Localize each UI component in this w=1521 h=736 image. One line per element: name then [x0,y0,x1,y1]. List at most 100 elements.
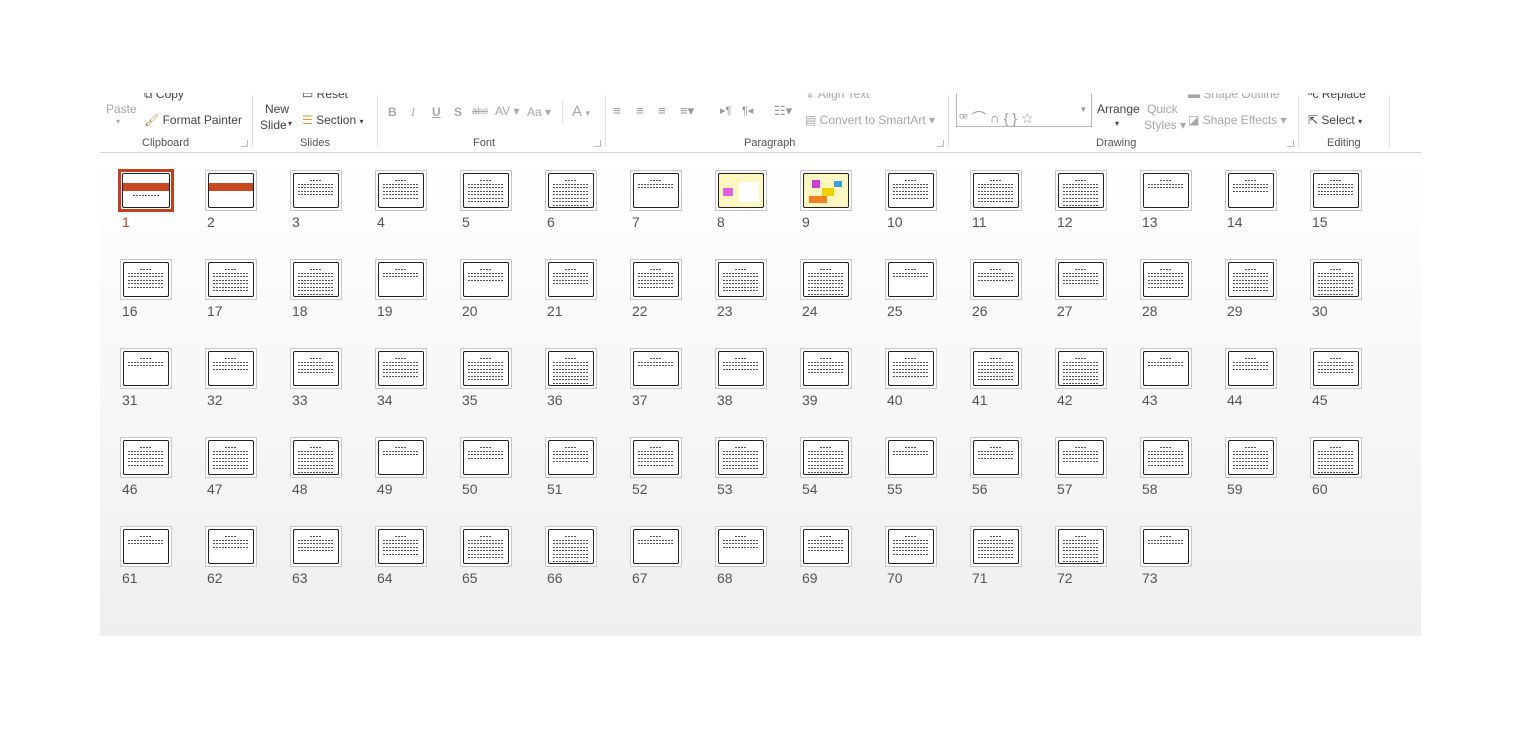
slide-thumbnail[interactable] [1225,170,1277,211]
paste-dropdown-icon[interactable]: ▾ [116,117,120,126]
slide-thumbnail[interactable] [1055,259,1107,300]
shape-effects-button[interactable]: ◪ Shape Effects ▾ [1188,113,1287,127]
slide-thumbnail[interactable] [1140,259,1192,300]
align-left-icon[interactable]: ≡ [613,103,621,118]
slide-sorter[interactable]: 1 2 3 4 5 6 7 8 9 10 11 12 13 14 15 16 17 18 19 20 21 22 23 24 2… [100,153,1421,636]
slide-thumbnail[interactable] [1225,259,1277,300]
slide-thumbnail[interactable] [1140,348,1192,389]
slide-thumbnail[interactable] [1140,437,1192,478]
slide-thumbnail[interactable] [1140,526,1192,567]
slide-thumbnail[interactable] [970,437,1022,478]
slide-thumbnail[interactable] [290,348,342,389]
slide-thumbnail[interactable] [885,526,937,567]
columns-icon[interactable]: ☷▾ [774,103,792,119]
slide-thumbnail[interactable] [375,348,427,389]
slide-thumbnail[interactable] [800,259,852,300]
slide-thumbnail[interactable] [545,170,597,211]
align-text-button[interactable]: ⇕ Align Text [805,93,870,101]
font-launcher-icon[interactable] [594,140,601,147]
slide-thumbnail[interactable] [205,259,257,300]
slide-thumbnail[interactable] [800,348,852,389]
replace-button[interactable]: ᵃc Replace [1308,93,1366,101]
character-spacing-button[interactable]: AV ▾ [495,104,519,118]
slide-thumbnail[interactable] [375,526,427,567]
bold-button[interactable]: B [388,105,397,119]
convert-smartart-button[interactable]: ▤ Convert to SmartArt ▾ [805,113,935,127]
slide-thumbnail[interactable] [290,170,342,211]
slide-thumbnail[interactable] [545,437,597,478]
slide-thumbnail[interactable] [970,259,1022,300]
align-right-icon[interactable]: ≡ [658,103,666,118]
shapes-icon[interactable]: ꟹ ⌒ ∩ { } ☆ [959,108,1033,128]
change-case-button[interactable]: Aa ▾ [527,105,551,119]
slide-thumbnail[interactable] [970,348,1022,389]
slide-thumbnail[interactable] [800,437,852,478]
slide-thumbnail[interactable] [205,348,257,389]
slide-thumbnail[interactable] [290,437,342,478]
quick-styles-button[interactable]: Quick [1147,102,1178,116]
slide-thumbnail[interactable] [205,170,257,211]
slide-thumbnail[interactable] [885,259,937,300]
ltr-icon[interactable]: ▸¶ [720,104,731,117]
gallery-more-icon[interactable]: ▾ [1081,104,1086,115]
slide-thumbnail[interactable] [118,169,174,212]
slide-thumbnail[interactable] [120,526,172,567]
slide-thumbnail[interactable] [1055,437,1107,478]
slide-thumbnail[interactable] [545,348,597,389]
slide-thumbnail[interactable] [1310,348,1362,389]
section-button[interactable]: ☰ Section ▾ [302,113,364,127]
slide-thumbnail[interactable] [715,259,767,300]
slide-thumbnail[interactable] [970,526,1022,567]
slide-thumbnail[interactable] [630,526,682,567]
strikethrough-button[interactable]: abc [472,106,488,117]
clipboard-launcher-icon[interactable] [241,140,248,147]
rtl-icon[interactable]: ¶◂ [742,104,753,117]
shadow-button[interactable]: S [454,105,462,119]
slide-thumbnail[interactable] [1310,170,1362,211]
slide-thumbnail[interactable] [460,437,512,478]
arrange-button[interactable]: Arrange [1097,102,1140,116]
justify-icon[interactable]: ≡▾ [680,103,694,119]
slide-thumbnail[interactable] [885,348,937,389]
slide-thumbnail[interactable] [1225,437,1277,478]
slide-thumbnail[interactable] [460,526,512,567]
slide-thumbnail[interactable] [375,437,427,478]
italic-button[interactable]: I [411,105,415,120]
slide-thumbnail[interactable] [800,526,852,567]
slide-thumbnail[interactable] [715,437,767,478]
slide-thumbnail[interactable] [800,170,852,211]
slide-thumbnail[interactable] [290,259,342,300]
slide-thumbnail[interactable] [1055,348,1107,389]
slide-thumbnail[interactable] [885,437,937,478]
slide-thumbnail[interactable] [1055,170,1107,211]
slide-thumbnail[interactable] [120,348,172,389]
slide-thumbnail[interactable] [290,526,342,567]
slide-thumbnail[interactable] [630,170,682,211]
paste-button[interactable]: Paste [106,102,137,116]
select-button[interactable]: ⇱ Select ▾ [1308,113,1362,127]
underline-button[interactable]: U [432,105,441,119]
slide-thumbnail[interactable] [120,259,172,300]
paragraph-launcher-icon[interactable] [937,140,944,147]
slide-thumbnail[interactable] [715,348,767,389]
slide-thumbnail[interactable] [545,259,597,300]
slide-thumbnail[interactable] [460,348,512,389]
slide-thumbnail[interactable] [1225,348,1277,389]
slide-thumbnail[interactable] [630,348,682,389]
align-center-icon[interactable]: ≡ [636,103,644,118]
slide-thumbnail[interactable] [205,437,257,478]
slide-thumbnail[interactable] [715,526,767,567]
slide-thumbnail[interactable] [1140,170,1192,211]
slide-thumbnail[interactable] [460,170,512,211]
slide-thumbnail[interactable] [1310,259,1362,300]
format-painter-button[interactable]: 🖌 Format Painter [144,113,242,127]
slide-thumbnail[interactable] [375,259,427,300]
slide-thumbnail[interactable] [1055,526,1107,567]
slide-thumbnail[interactable] [545,526,597,567]
slide-thumbnail[interactable] [375,170,427,211]
font-color-button[interactable]: A ▾ [572,103,590,120]
shape-outline-button[interactable]: ▬ Shape Outline [1188,93,1279,101]
slide-thumbnail[interactable] [205,526,257,567]
copy-button[interactable]: ⧉ Copy [144,93,184,102]
slide-thumbnail[interactable] [460,259,512,300]
